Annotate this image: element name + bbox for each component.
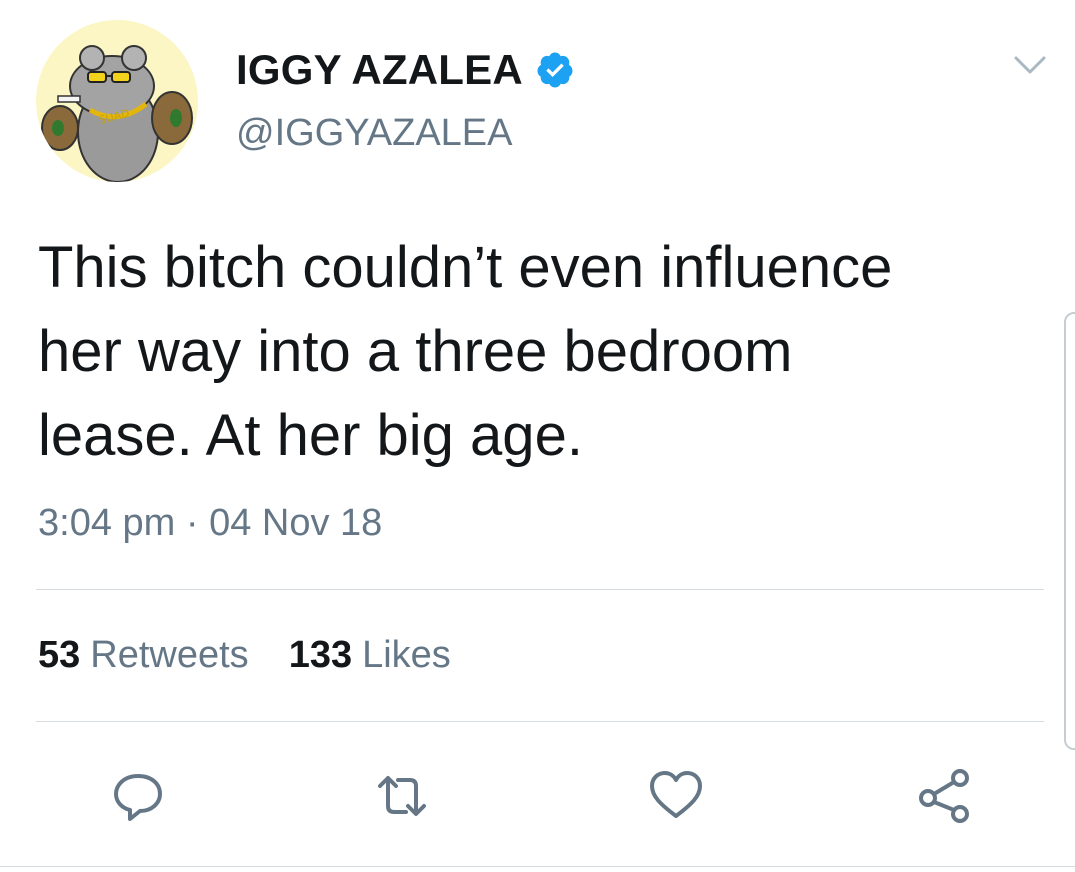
tweet-stats: 53 Retweets 133 Likes <box>38 634 491 677</box>
like-button[interactable] <box>646 766 706 826</box>
reply-button[interactable] <box>108 766 168 826</box>
divider <box>36 589 1044 590</box>
tweet-text: This bitch couldn’t even influence her w… <box>38 235 893 468</box>
reply-icon <box>114 774 162 821</box>
verified-badge-icon <box>535 50 575 90</box>
avatar[interactable]: SUAD <box>36 20 198 182</box>
likes-label: Likes <box>362 634 451 676</box>
divider <box>0 866 1075 867</box>
retweets-stat[interactable]: 53 Retweets <box>38 634 249 677</box>
retweet-icon <box>378 776 426 816</box>
chevron-down-icon[interactable] <box>1012 52 1048 78</box>
author-handle[interactable]: @IGGYAZALEA <box>236 112 513 155</box>
author-display-name[interactable]: IGGY AZALEA <box>236 46 575 94</box>
tweet-timestamp[interactable]: 3:04 pm · 04 Nov 18 <box>38 502 382 545</box>
author-name-text: IGGY AZALEA <box>236 46 523 93</box>
scroll-indicator <box>1064 312 1075 750</box>
heart-icon <box>650 771 702 818</box>
retweets-label: Retweets <box>90 634 249 676</box>
share-button[interactable] <box>914 766 974 826</box>
retweets-count: 53 <box>38 634 81 676</box>
share-icon <box>919 769 969 823</box>
likes-count: 133 <box>288 634 353 676</box>
retweet-button[interactable] <box>372 766 432 826</box>
avatar-image: SUAD <box>41 45 193 182</box>
divider <box>36 721 1044 722</box>
likes-stat[interactable]: 133 Likes <box>289 634 451 677</box>
